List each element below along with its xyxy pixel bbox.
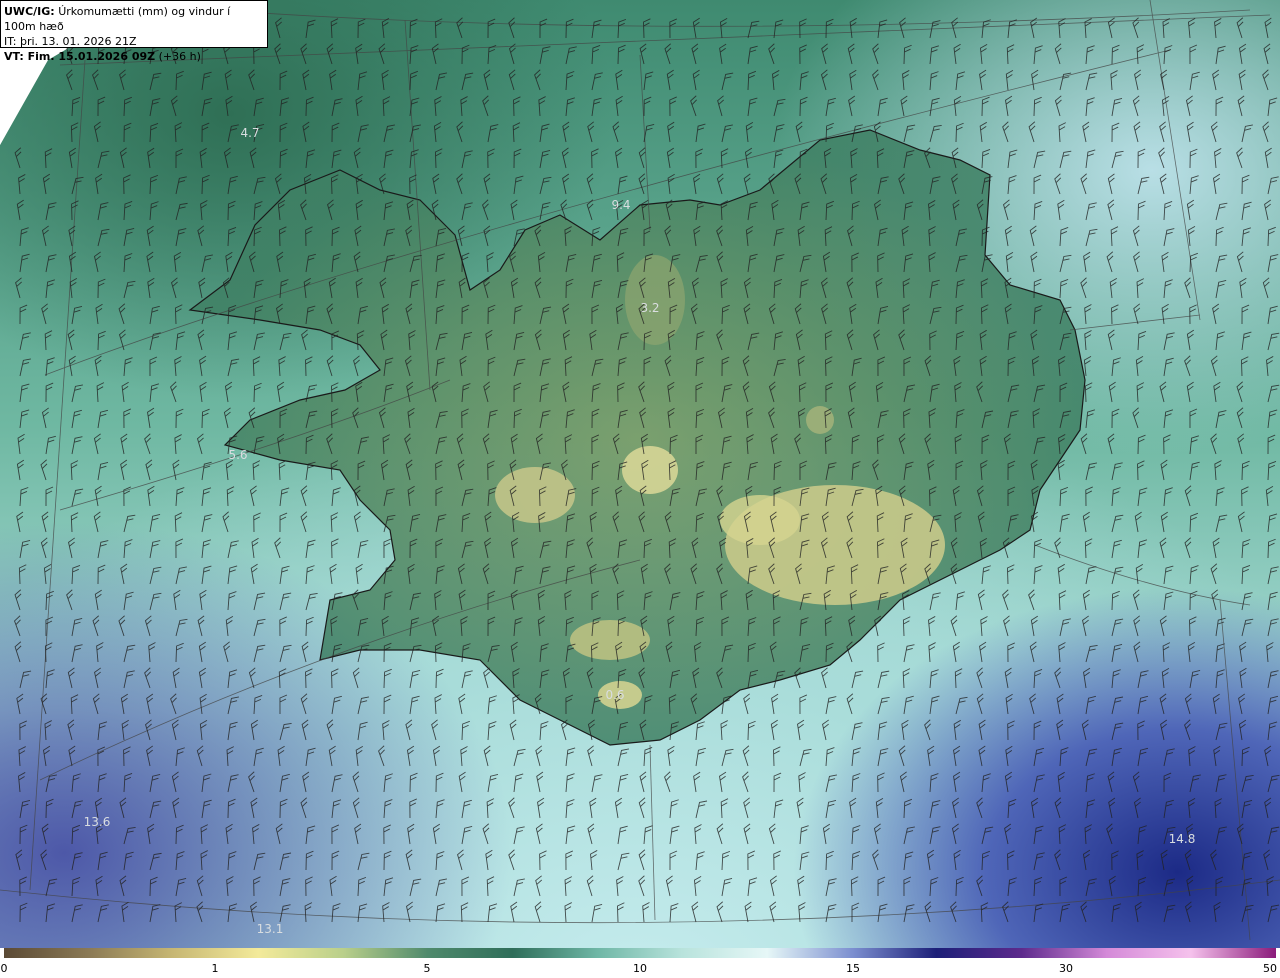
forecast-map: UWC/IG: Úrkomumætti (mm) og vindur í 100… (0, 0, 1280, 948)
langjokull-high-terrain (495, 467, 575, 523)
colorbar-tick: 30 (1059, 962, 1073, 975)
map-canvas (0, 0, 1280, 948)
value-label: 14.8 (1168, 832, 1196, 846)
colorbar: 0 1 5 10 15 30 50 (0, 948, 1280, 978)
colorbar-strip (4, 948, 1276, 958)
value-label: 13.1 (256, 922, 284, 936)
value-label: 9.4 (611, 198, 631, 212)
colorbar-tick: 50 (1263, 962, 1277, 975)
map-info-box: UWC/IG: Úrkomumætti (mm) og vindur í 100… (0, 0, 268, 63)
colorbar-tick: 5 (423, 962, 431, 975)
colorbar-tick: 1 (211, 962, 219, 975)
colorbar-tick: 15 (846, 962, 860, 975)
forecast-lead: (+36 h) (158, 50, 201, 63)
value-label: 4.7 (240, 126, 260, 140)
valid-time: VT: Fim. 15.01.2026 09Z (4, 50, 156, 63)
value-label: 3.2 (640, 301, 660, 315)
value-label: 0.6 (605, 688, 625, 702)
issue-time: IT: þri. 13. 01. 2026 21Z (4, 35, 137, 48)
value-label: 13.6 (83, 815, 111, 829)
colorbar-tick: 0 (0, 962, 8, 975)
model-name: UWC/IG: (4, 5, 55, 18)
value-label: 5.6 (228, 448, 248, 462)
colorbar-tick: 10 (633, 962, 647, 975)
